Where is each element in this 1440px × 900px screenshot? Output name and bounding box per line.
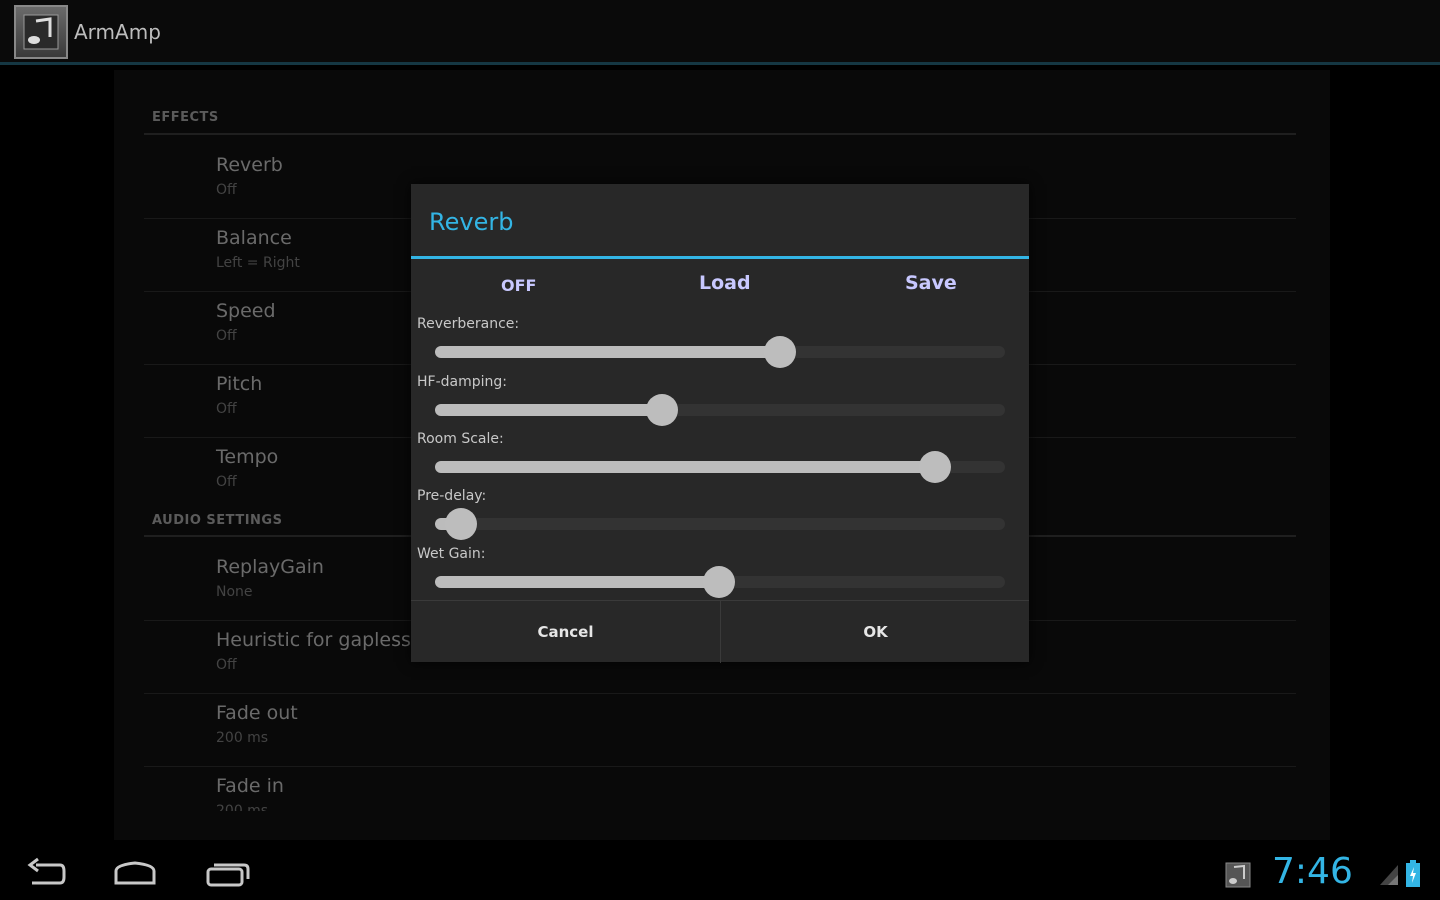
slider-thumb[interactable] xyxy=(918,451,951,483)
reverberance-slider[interactable] xyxy=(435,336,1005,368)
recent-apps-icon[interactable] xyxy=(204,857,250,893)
slider-fill xyxy=(435,404,662,416)
clock: 7:46 xyxy=(1272,851,1353,892)
system-bar: 7:46 xyxy=(0,847,1440,900)
battery-icon xyxy=(1404,859,1422,893)
app-notification-icon xyxy=(1224,861,1252,893)
slider-fill xyxy=(435,576,719,588)
hf-damping-slider[interactable] xyxy=(435,394,1005,426)
home-icon[interactable] xyxy=(112,857,158,893)
slider-thumb[interactable] xyxy=(763,336,796,368)
pre-delay-label: Pre-delay: xyxy=(417,488,487,504)
back-icon[interactable] xyxy=(26,857,66,893)
dialog-title: Reverb xyxy=(429,208,514,236)
save-button[interactable]: Save xyxy=(905,272,957,294)
room-scale-slider[interactable] xyxy=(435,451,1005,483)
reverberance-label: Reverberance: xyxy=(417,316,520,332)
dialog-title-divider xyxy=(411,256,1029,259)
dialog-button-bar: Cancel OK xyxy=(411,600,1029,663)
wet-gain-slider[interactable] xyxy=(435,566,1005,598)
slider-thumb[interactable] xyxy=(444,508,477,540)
off-button[interactable]: OFF xyxy=(501,276,536,295)
hf-damping-label: HF-damping: xyxy=(417,374,507,390)
cancel-button[interactable]: Cancel xyxy=(411,601,720,663)
slider-thumb[interactable] xyxy=(645,394,678,426)
wet-gain-label: Wet Gain: xyxy=(417,546,486,562)
pre-delay-slider[interactable] xyxy=(435,508,1005,540)
slider-thumb[interactable] xyxy=(702,566,735,598)
app-title: ArmAmp xyxy=(74,20,161,44)
reverb-dialog: Reverb OFF Load Save Reverberance: HF-da… xyxy=(411,184,1029,663)
room-scale-label: Room Scale: xyxy=(417,431,504,447)
slider-fill xyxy=(435,461,935,473)
slider-fill xyxy=(435,346,780,358)
load-button[interactable]: Load xyxy=(699,272,751,294)
app-music-icon[interactable] xyxy=(14,5,68,59)
ok-button[interactable]: OK xyxy=(721,601,1030,663)
action-bar: ArmAmp xyxy=(0,0,1440,65)
signal-icon xyxy=(1378,863,1400,891)
